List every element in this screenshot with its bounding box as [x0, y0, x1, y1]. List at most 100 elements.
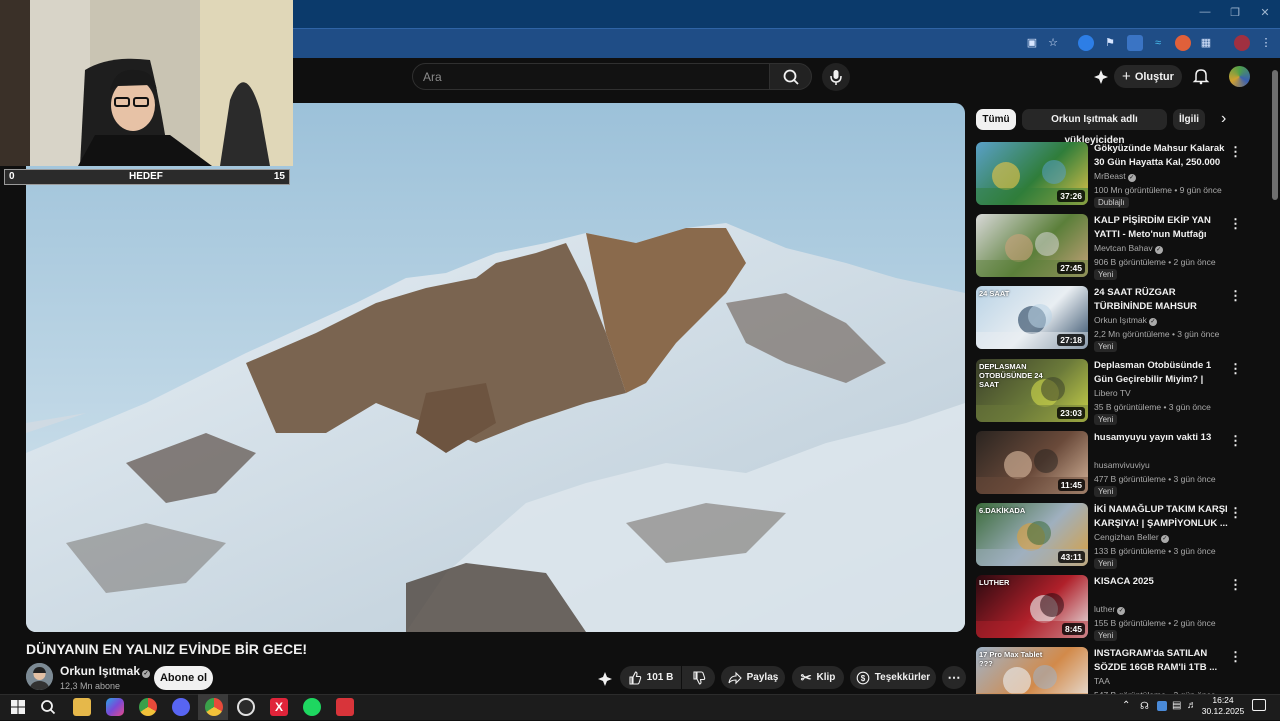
recommendation-channel[interactable]: MrBeast ✓: [1094, 171, 1136, 182]
recommendation-channel[interactable]: luther ✓: [1094, 604, 1126, 615]
recommendation-channel[interactable]: husamvivuviyu: [1094, 460, 1150, 470]
volume-icon[interactable]: ♬: [1187, 700, 1197, 711]
headset-icon[interactable]: ☊: [1140, 701, 1149, 712]
windows-start-icon[interactable]: [9, 698, 27, 716]
chevron-right-icon[interactable]: ›: [1221, 110, 1226, 128]
obs-icon[interactable]: [237, 698, 255, 716]
recommendation-channel-name[interactable]: luther: [1094, 604, 1115, 614]
chip-from-uploader[interactable]: Orkun Işıtmak adlı yükleyiciden: [1022, 109, 1167, 146]
recommendation-title[interactable]: husamyuyu yayın vakti 13: [1094, 431, 1230, 445]
bookmark-star-icon[interactable]: ☆: [1045, 35, 1061, 51]
thanks-button[interactable]: $ Teşekkürler: [850, 666, 936, 689]
recommendation-channel-name[interactable]: Libero TV: [1094, 388, 1131, 398]
recommendation-title[interactable]: İKİ NAMAĞLUP TAKIM KARŞI KARŞIYA! | ŞAMP…: [1094, 503, 1230, 531]
extension-translate-icon[interactable]: ≈: [1150, 35, 1166, 51]
close-icon[interactable]: ✕: [1250, 6, 1280, 22]
minimize-icon[interactable]: —: [1190, 6, 1220, 22]
more-vertical-icon[interactable]: ⋮: [1229, 288, 1242, 304]
recommendation-item[interactable]: 37:26 Gökyüzünde Mahsur Kalarak 30 Gün Ha…: [976, 142, 1246, 208]
dislike-button[interactable]: [682, 666, 715, 689]
recommendation-item[interactable]: LUTHER 8:45 KISACA 2025 luther ✓ 155 B görünt…: [976, 575, 1246, 641]
extension-fox-icon[interactable]: [1175, 35, 1191, 51]
taskbar-search-icon[interactable]: [39, 698, 57, 716]
recommendation-channel-name[interactable]: Mevtcan Bahav: [1094, 243, 1153, 253]
like-button[interactable]: 101 B: [620, 666, 681, 689]
extension-calendar-icon[interactable]: [1127, 35, 1143, 51]
sparkle-icon[interactable]: [1092, 68, 1110, 86]
chrome-active-icon[interactable]: [205, 698, 223, 716]
network-icon[interactable]: ▤: [1172, 700, 1181, 711]
ask-ai-sparkle-icon[interactable]: [596, 670, 614, 688]
subscribe-button[interactable]: Abone ol: [154, 666, 213, 690]
more-vertical-icon[interactable]: ⋮: [1229, 505, 1242, 521]
share-button[interactable]: Paylaş: [721, 666, 785, 689]
profile-avatar-icon[interactable]: [1234, 35, 1250, 51]
recommendation-channel-name[interactable]: MrBeast: [1094, 171, 1126, 181]
cast-icon[interactable]: ▣: [1024, 35, 1040, 51]
maximize-icon[interactable]: ❐: [1220, 6, 1250, 22]
recommendation-title[interactable]: INSTAGRAM'da SATILAN SÖZDE 16GB RAM'li 1…: [1094, 647, 1230, 675]
spotify-icon[interactable]: [303, 698, 321, 716]
recommendation-title[interactable]: KALP PİŞİRDİM EKİP YAN YATTI - Meto'nun …: [1094, 214, 1230, 242]
more-vertical-icon[interactable]: ⋮: [1229, 649, 1242, 665]
clip-button[interactable]: ✂ Klip: [792, 666, 844, 689]
more-vertical-icon[interactable]: ⋮: [1229, 361, 1242, 377]
app-red-icon[interactable]: [336, 698, 354, 716]
search-input[interactable]: [423, 69, 723, 85]
chip-all[interactable]: Tümü: [976, 109, 1016, 130]
recommendation-channel-name[interactable]: husamvivuviyu: [1094, 460, 1150, 470]
recommendation-channel-name[interactable]: Orkun Işıtmak: [1094, 315, 1147, 325]
account-avatar[interactable]: [1229, 66, 1250, 87]
chrome-icon[interactable]: [139, 698, 157, 716]
recommendation-title[interactable]: 24 SAAT RÜZGAR TÜRBİNİNDE MAHSUR KALMAK!: [1094, 286, 1230, 314]
video-thumbnail[interactable]: LUTHER 8:45: [976, 575, 1088, 638]
recommendation-item[interactable]: 24 SAAT 27:18 24 SAAT RÜZGAR TÜRBİNİNDE MA…: [976, 286, 1246, 352]
more-vertical-icon[interactable]: ⋮: [1229, 216, 1242, 232]
recommendation-channel[interactable]: Mevtcan Bahav ✓: [1094, 243, 1163, 254]
channel-avatar[interactable]: [26, 663, 53, 690]
recommendation-item[interactable]: 6.DAKİKADA 43:11 İKİ NAMAĞLUP TAKIM KARŞI …: [976, 503, 1246, 569]
browser-menu-icon[interactable]: ⋮: [1258, 35, 1274, 51]
video-thumbnail[interactable]: 24 SAAT 27:18: [976, 286, 1088, 349]
tray-chevron-icon[interactable]: ⌃: [1122, 700, 1130, 711]
video-thumbnail[interactable]: 11:45: [976, 431, 1088, 494]
more-vertical-icon[interactable]: ⋮: [1229, 577, 1242, 593]
taskbar-clock[interactable]: 16:24 30.12.2025: [1198, 695, 1248, 717]
chip-related[interactable]: İlgili: [1173, 109, 1205, 130]
recommendation-title[interactable]: KISACA 2025: [1094, 575, 1230, 589]
video-thumbnail[interactable]: 37:26: [976, 142, 1088, 205]
more-vertical-icon[interactable]: ⋮: [1229, 433, 1242, 449]
recommendation-channel[interactable]: Libero TV: [1094, 388, 1131, 398]
more-vertical-icon[interactable]: ⋮: [1229, 144, 1242, 160]
copilot-icon[interactable]: [106, 698, 124, 716]
recommendation-channel[interactable]: TAA: [1094, 676, 1110, 686]
recommendation-channel[interactable]: Orkun Işıtmak ✓: [1094, 315, 1157, 326]
channel-name-text[interactable]: Orkun Işıtmak: [60, 664, 140, 678]
voice-search-button[interactable]: [822, 63, 850, 91]
video-thumbnail[interactable]: DEPLASMAN OTOBÜSÜNDE 24 SAAT 23:03: [976, 359, 1088, 422]
video-thumbnail[interactable]: 27:45: [976, 214, 1088, 277]
recommendation-title[interactable]: Deplasman Otobüsünde 1 Gün Geçirebilir M…: [1094, 359, 1230, 387]
search-box[interactable]: [412, 63, 770, 90]
search-button[interactable]: [769, 63, 812, 90]
recommendation-channel-name[interactable]: Cengizhan Beller: [1094, 532, 1159, 542]
notifications-bell-icon[interactable]: [1192, 67, 1210, 85]
recommendation-item[interactable]: DEPLASMAN OTOBÜSÜNDE 24 SAAT 23:03 Deplasm…: [976, 359, 1246, 425]
tray-app-icon[interactable]: [1157, 701, 1167, 711]
page-scrollbar[interactable]: [1272, 70, 1278, 200]
recommendation-channel[interactable]: Cengizhan Beller ✓: [1094, 532, 1169, 543]
create-button[interactable]: + Oluştur: [1114, 65, 1182, 88]
more-actions-button[interactable]: ⋯: [942, 666, 966, 689]
recommendation-item[interactable]: 11:45 husamyuyu yayın vakti 13 husamvivuvi…: [976, 431, 1246, 497]
file-explorer-icon[interactable]: [73, 698, 91, 716]
xsplit-icon[interactable]: X: [270, 698, 288, 716]
recommendation-title[interactable]: Gökyüzünde Mahsur Kalarak 30 Gün Hayatta…: [1094, 142, 1230, 170]
extension-shield-icon[interactable]: [1078, 35, 1094, 51]
video-thumbnail[interactable]: 6.DAKİKADA 43:11: [976, 503, 1088, 566]
discord-icon[interactable]: [172, 698, 190, 716]
extension-flag-icon[interactable]: ⚑: [1102, 35, 1118, 51]
notification-center-icon[interactable]: [1252, 699, 1266, 711]
recommendation-channel-name[interactable]: TAA: [1094, 676, 1110, 686]
extensions-puzzle-icon[interactable]: ▦: [1198, 35, 1214, 51]
channel-name[interactable]: Orkun Işıtmak ✓: [60, 664, 151, 678]
